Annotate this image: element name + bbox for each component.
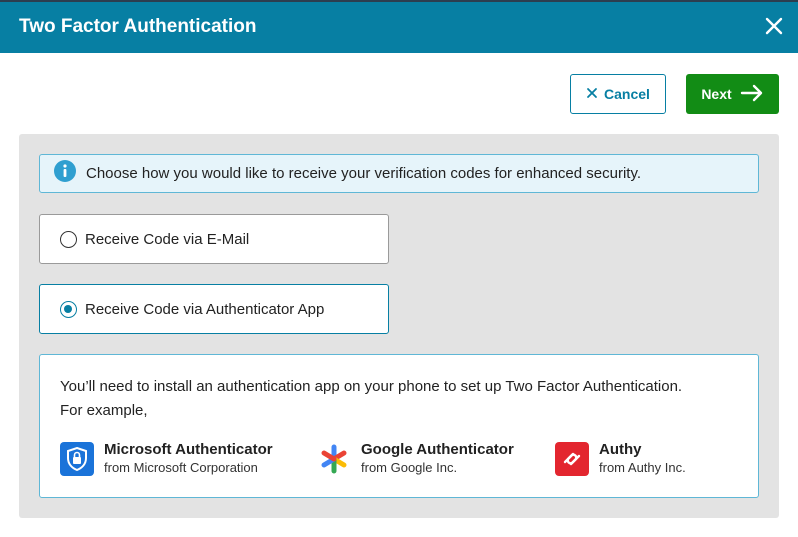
apps-description-line1: You’ll need to install an authentication… [60, 378, 683, 395]
apps-description: You’ll need to install an authentication… [60, 375, 682, 423]
radio-authenticator-app[interactable] [60, 300, 77, 318]
info-banner: Choose how you would like to receive you… [39, 154, 759, 193]
app-vendor: from Microsoft Corporation [104, 460, 258, 475]
cancel-button[interactable]: Cancel [570, 74, 666, 114]
authy-icon [555, 441, 589, 476]
close-icon[interactable] [762, 14, 786, 38]
info-text: Choose how you would like to receive you… [86, 165, 642, 182]
option-app-label: Receive Code via Authenticator App [85, 300, 325, 318]
app-name: Google Authenticator [361, 441, 514, 458]
cancel-label: Cancel [604, 86, 650, 102]
app-vendor: from Authy Inc. [599, 460, 686, 475]
google-authenticator-icon [317, 442, 351, 476]
app-google: Google Authenticator from Google Inc. [317, 441, 514, 476]
authenticator-apps-box: You’ll need to install an authentication… [39, 354, 759, 498]
arrow-right-icon [740, 84, 764, 105]
dialog-title: Two Factor Authentication [19, 16, 257, 37]
option-authenticator-app[interactable]: Receive Code via Authenticator App [39, 284, 389, 334]
option-email[interactable]: Receive Code via E-Mail [39, 214, 389, 264]
radio-email[interactable] [60, 230, 77, 248]
next-label: Next [701, 86, 732, 102]
app-name: Authy [599, 441, 642, 458]
info-icon [54, 160, 76, 187]
content-panel: Choose how you would like to receive you… [19, 134, 779, 518]
x-icon [586, 86, 598, 102]
app-vendor: from Google Inc. [361, 460, 458, 475]
dialog-header: Two Factor Authentication [0, 0, 798, 53]
microsoft-authenticator-icon [60, 441, 94, 476]
option-email-label: Receive Code via E-Mail [85, 230, 250, 248]
app-name: Microsoft Authenticator [104, 441, 273, 458]
apps-description-line2: For example, [60, 402, 148, 419]
next-button[interactable]: Next [686, 74, 779, 114]
app-authy: Authy from Authy Inc. [555, 441, 686, 476]
app-microsoft: Microsoft Authenticator from Microsoft C… [60, 441, 273, 476]
